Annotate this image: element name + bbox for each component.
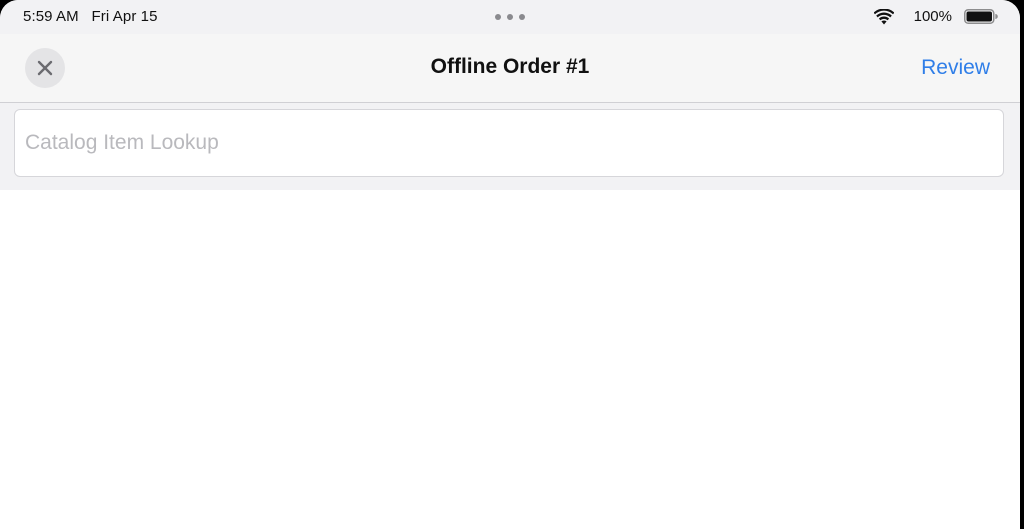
app-window: 5:59 AM Fri Apr 15 100% Offline Order #1… [0, 0, 1020, 529]
status-time: 5:59 AM [23, 8, 79, 25]
status-date: Fri Apr 15 [91, 8, 158, 25]
status-time-date: 5:59 AM Fri Apr 15 [23, 8, 158, 25]
page-title: Offline Order #1 [430, 55, 590, 78]
navigation-bar: Offline Order #1 Review [0, 34, 1020, 103]
multitask-dots-icon[interactable] [495, 14, 525, 20]
catalog-item-lookup-input[interactable] [14, 109, 1004, 177]
multitask-dot [519, 14, 525, 20]
battery-percent: 100% [913, 8, 952, 25]
multitask-dot [495, 14, 501, 20]
status-bar: 5:59 AM Fri Apr 15 100% [0, 0, 1020, 34]
status-indicators: 100% [858, 7, 998, 27]
battery-icon [964, 9, 998, 24]
multitask-dot [507, 14, 513, 20]
order-items-list [0, 190, 1020, 529]
review-button[interactable]: Review [921, 56, 990, 80]
search-bar-container [0, 103, 1020, 190]
wifi-icon [874, 9, 894, 25]
